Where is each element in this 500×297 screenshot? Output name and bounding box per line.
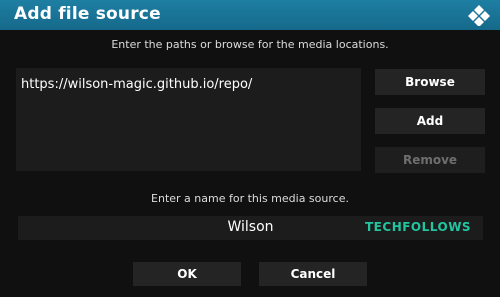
path-list[interactable]: https://wilson-magic.github.io/repo/: [16, 68, 361, 171]
watermark: TECHFOLLOWS: [365, 220, 472, 234]
path-entry[interactable]: https://wilson-magic.github.io/repo/: [21, 77, 252, 92]
dialog-title: Add file source: [14, 4, 161, 24]
add-file-source-dialog: Add file source Enter the paths or brows…: [0, 0, 500, 297]
paths-instruction: Enter the paths or browse for the media …: [111, 38, 389, 51]
browse-button[interactable]: Browse: [375, 69, 485, 95]
title-bar: Add file source: [0, 0, 500, 30]
ok-button[interactable]: OK: [133, 262, 241, 286]
remove-button[interactable]: Remove: [375, 147, 485, 173]
name-instruction: Enter a name for this media source.: [151, 192, 349, 205]
kodi-logo-icon: [468, 5, 490, 26]
add-button[interactable]: Add: [375, 108, 485, 134]
cancel-button[interactable]: Cancel: [259, 262, 367, 286]
